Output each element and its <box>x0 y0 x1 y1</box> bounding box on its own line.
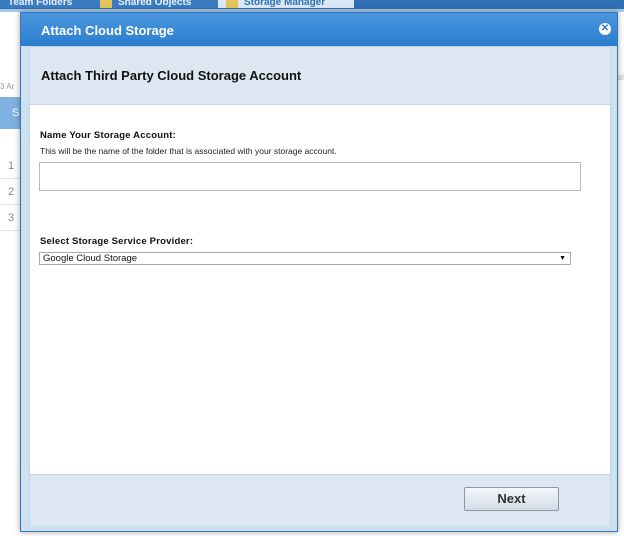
dialog-body: Attach Third Party Cloud Storage Account… <box>29 46 611 525</box>
row-number: 1 <box>8 160 15 172</box>
background-right-text: al <box>617 72 624 82</box>
tab-label: Shared Objects <box>118 0 192 8</box>
storage-account-name-input[interactable] <box>39 162 581 191</box>
storage-provider-select[interactable]: Google Cloud Storage ▼ <box>39 252 571 265</box>
name-help-text: This will be the name of the folder that… <box>40 146 337 156</box>
dialog-titlebar: Attach Cloud Storage ✕ <box>21 13 617 46</box>
storage-manager-icon <box>226 0 238 8</box>
tab-team-folders[interactable]: Team Folders <box>0 0 96 8</box>
next-button[interactable]: Next <box>464 487 559 511</box>
dialog-heading: Attach Third Party Cloud Storage Account <box>41 68 302 83</box>
name-label: Name Your Storage Account: <box>40 130 176 141</box>
row-number: 3 <box>8 212 15 224</box>
shared-objects-icon <box>100 0 112 8</box>
attach-cloud-storage-dialog: Attach Cloud Storage ✕ Attach Third Part… <box>20 12 618 532</box>
tab-shared-objects[interactable]: Shared Objects <box>92 0 218 8</box>
row-number: 2 <box>8 186 15 198</box>
tab-label: Storage Manager <box>244 0 326 8</box>
dialog-title: Attach Cloud Storage <box>41 23 174 38</box>
tab-label: Team Folders <box>8 0 73 8</box>
dropdown-arrow-icon: ▼ <box>559 255 566 262</box>
provider-label: Select Storage Service Provider: <box>40 236 194 247</box>
dialog-footer: Next <box>30 474 610 525</box>
header-letter: S <box>12 107 20 119</box>
tab-storage-manager[interactable]: Storage Manager <box>218 0 354 8</box>
close-icon[interactable]: ✕ <box>599 23 611 35</box>
background-subtext: 3 Ar <box>0 82 15 91</box>
provider-selected-value: Google Cloud Storage <box>43 253 138 264</box>
dialog-header: Attach Third Party Cloud Storage Account <box>30 47 610 105</box>
